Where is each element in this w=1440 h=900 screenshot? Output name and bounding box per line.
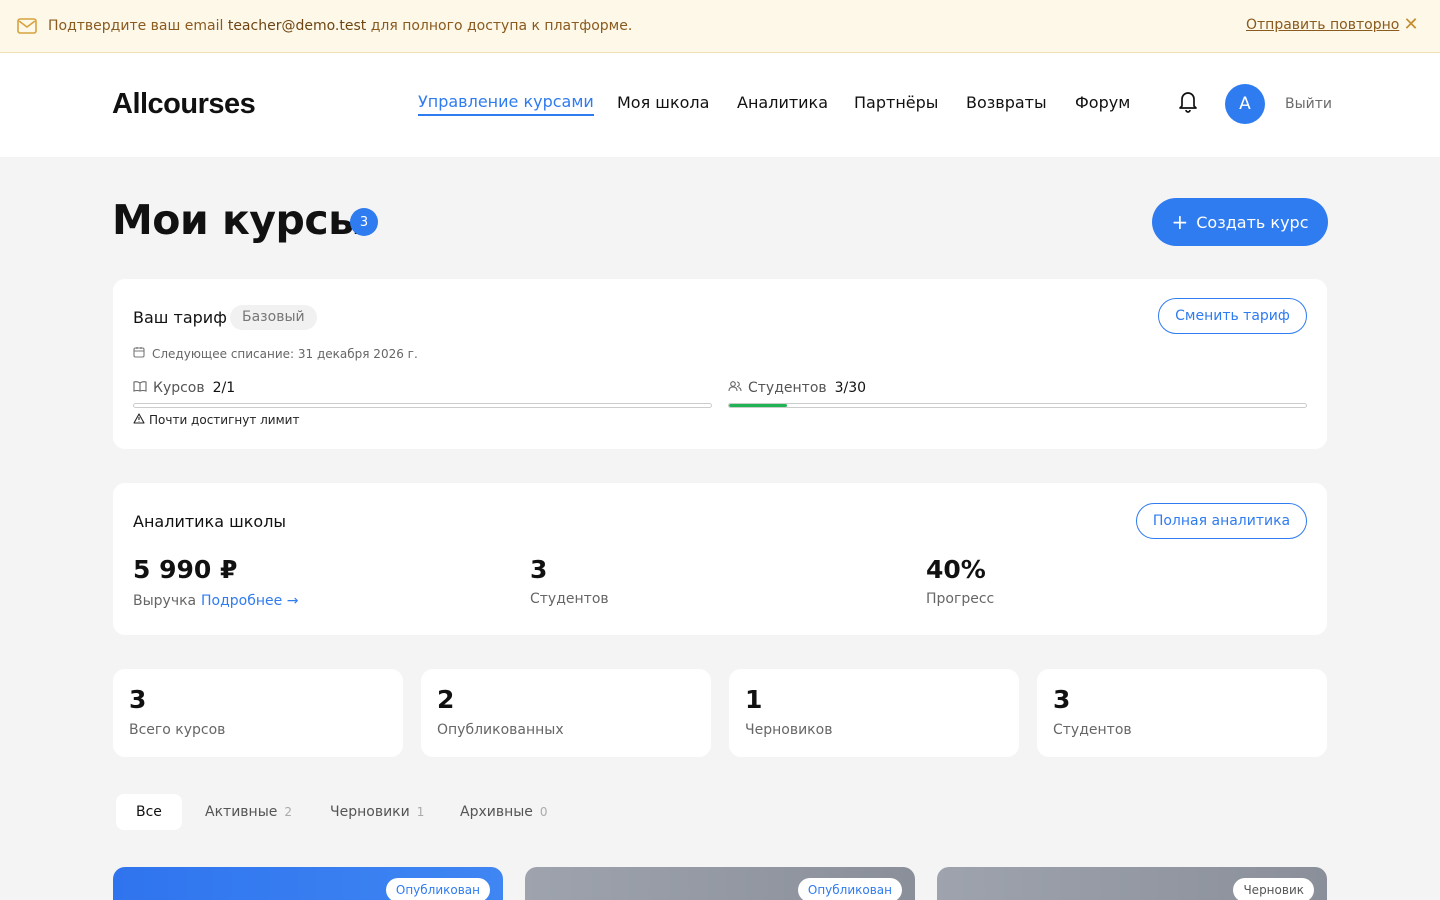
email-verification-banner: Подтвердите ваш email teacher@demo.test …: [0, 0, 1440, 53]
tab-all[interactable]: Все: [116, 794, 182, 830]
logout-link[interactable]: Выйти: [1285, 96, 1332, 112]
top-header: Allcourses Управление курсами Моя школа …: [0, 53, 1440, 157]
courses-limit-value: 2/1: [212, 380, 236, 396]
page-title: Мои курсы: [112, 196, 365, 244]
stat-value: 3: [1053, 685, 1071, 714]
students-limit-label: Студентов: [748, 380, 827, 396]
avatar[interactable]: A: [1225, 84, 1265, 124]
stat-label: Черновиков: [745, 722, 833, 738]
tab-drafts[interactable]: Черновики 1: [330, 794, 424, 830]
students-progress-fill: [729, 404, 787, 407]
stat-label: Опубликованных: [437, 722, 564, 738]
plus-icon: +: [1171, 210, 1189, 234]
tab-count: 0: [539, 805, 548, 819]
students-limit-value: 3/30: [834, 380, 867, 396]
students-metric-label: Студентов: [530, 591, 609, 607]
next-charge: Следующее списание: 31 декабря 2026 г.: [133, 346, 418, 361]
revenue-details-link[interactable]: Подробнее →: [201, 593, 298, 609]
mail-icon: [16, 15, 38, 37]
bell-icon[interactable]: [1177, 89, 1199, 113]
warning-icon: [133, 413, 145, 427]
tab-label: Все: [136, 804, 162, 820]
stat-card-total: 3 Всего курсов: [113, 669, 403, 757]
tab-label: Активные: [205, 804, 278, 820]
calendar-icon: [133, 346, 145, 361]
tab-count: 1: [416, 805, 425, 819]
tariff-label: Ваш тариф: [133, 308, 227, 327]
tab-label: Черновики: [330, 804, 410, 820]
progress-metric-value: 40%: [926, 555, 986, 584]
stat-card-drafts: 1 Черновиков: [729, 669, 1019, 757]
full-analytics-button[interactable]: Полная аналитика: [1136, 503, 1307, 539]
close-icon[interactable]: ✕: [1402, 14, 1420, 36]
course-card[interactable]: Опубликован: [113, 867, 503, 900]
courses-limit: Курсов 2/1: [133, 380, 235, 396]
tab-label: Архивные: [460, 804, 533, 820]
banner-email: teacher@demo.test: [227, 18, 367, 34]
logo[interactable]: Allcourses: [112, 88, 256, 121]
book-icon: [133, 380, 147, 396]
stat-label: Студентов: [1053, 722, 1132, 738]
tab-active[interactable]: Активные 2: [205, 794, 292, 830]
limit-warning-text: Почти достигнут лимит: [149, 413, 300, 427]
tariff-card: Ваш тариф Базовый Сменить тариф Следующе…: [113, 279, 1327, 449]
nav-forum[interactable]: Форум: [1075, 93, 1130, 112]
stat-card-students: 3 Студентов: [1037, 669, 1327, 757]
students-progress-bar: [728, 403, 1307, 408]
course-count-badge: 3: [350, 208, 378, 236]
progress-metric-label: Прогресс: [926, 591, 995, 607]
analytics-title: Аналитика школы: [133, 512, 287, 531]
course-card[interactable]: Опубликован: [525, 867, 915, 900]
nav-refunds[interactable]: Возвраты: [966, 93, 1047, 112]
stat-value: 1: [745, 685, 763, 714]
stat-label: Всего курсов: [129, 722, 226, 738]
status-badge: Опубликован: [385, 878, 490, 900]
nav-analytics[interactable]: Аналитика: [737, 93, 828, 112]
status-badge: Черновик: [1233, 878, 1314, 900]
tab-archived[interactable]: Архивные 0: [460, 794, 548, 830]
limit-warning: Почти достигнут лимит: [133, 413, 299, 427]
resend-link[interactable]: Отправить повторно: [1246, 17, 1399, 33]
students-limit: Студентов 3/30: [728, 380, 866, 396]
users-icon: [728, 380, 742, 396]
revenue-value: 5 990 ₽: [133, 555, 238, 584]
tab-count: 2: [284, 805, 292, 819]
nav-course-management[interactable]: Управление курсами: [418, 92, 594, 116]
tariff-plan-badge: Базовый: [230, 305, 317, 330]
banner-message: Подтвердите ваш email teacher@demo.test …: [48, 18, 633, 34]
stat-value: 2: [437, 685, 455, 714]
create-course-button[interactable]: + Создать курс: [1152, 198, 1328, 246]
nav-my-school[interactable]: Моя школа: [617, 93, 709, 112]
students-metric-value: 3: [530, 555, 548, 584]
courses-limit-label: Курсов: [153, 380, 205, 396]
revenue-label: Выручка: [133, 593, 197, 609]
school-analytics-card: Аналитика школы Полная аналитика 5 990 ₽…: [113, 483, 1327, 635]
stat-card-published: 2 Опубликованных: [421, 669, 711, 757]
change-tariff-button[interactable]: Сменить тариф: [1158, 298, 1307, 334]
courses-progress-bar: [133, 403, 712, 408]
stat-value: 3: [129, 685, 147, 714]
course-card[interactable]: Черновик: [937, 867, 1327, 900]
create-course-label: Создать курс: [1196, 212, 1309, 232]
status-badge: Опубликован: [797, 878, 902, 900]
next-charge-text: Следующее списание: 31 декабря 2026 г.: [152, 346, 418, 361]
nav-partners[interactable]: Партнёры: [854, 93, 938, 112]
